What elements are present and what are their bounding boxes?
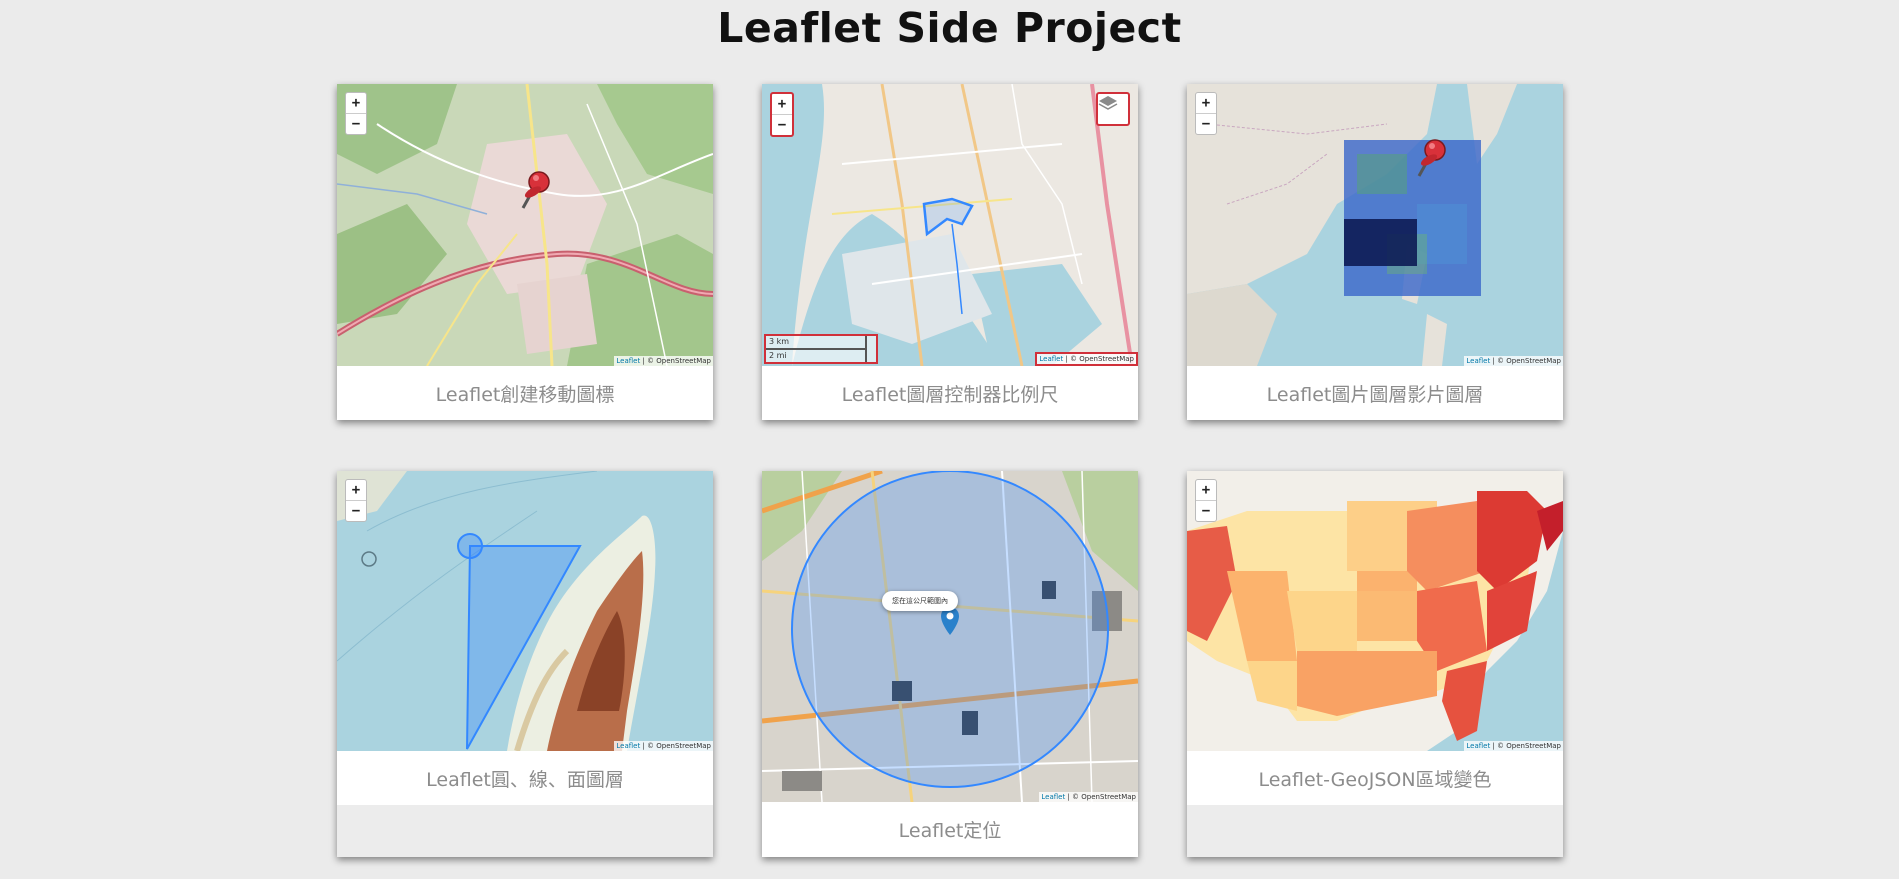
card-caption: Leaflet創建移動圖標 xyxy=(337,366,713,420)
zoom-out-button[interactable]: − xyxy=(1196,113,1216,134)
scale-metric: 3 km xyxy=(766,336,867,350)
zoom-in-button[interactable]: + xyxy=(772,94,792,114)
project-card-geolocation[interactable]: 您在這公尺範圍內 Leaflet | © OpenStreetMap Leafl… xyxy=(762,471,1138,857)
scale-imperial: 2 mi xyxy=(766,350,867,362)
project-card-vector-layers[interactable]: + − Leaflet | © OpenStreetMap Leaflet圓、線… xyxy=(337,471,713,857)
map-tiles xyxy=(1187,471,1563,751)
map-preview[interactable]: + − 3 km 2 mi Leaflet | © OpenStreetMap xyxy=(762,84,1138,366)
card-caption: Leaflet定位 xyxy=(762,802,1138,856)
zoom-control: + − xyxy=(1195,479,1217,522)
leaflet-attribution-link[interactable]: Leaflet xyxy=(616,742,640,750)
map-preview[interactable]: + − Leaflet | © OpenStreetMap xyxy=(1187,471,1563,751)
layers-control-button[interactable] xyxy=(1096,92,1130,126)
map-preview[interactable]: + − Leaflet | © OpenStreetMap xyxy=(1187,84,1563,366)
card-filler xyxy=(1187,805,1563,857)
zoom-control: + − xyxy=(1195,92,1217,135)
scale-control: 3 km 2 mi xyxy=(764,334,878,364)
map-preview[interactable]: + − Leaflet | © OpenStreetMap xyxy=(337,471,713,751)
leaflet-attribution-link[interactable]: Leaflet xyxy=(1466,357,1490,365)
osm-attribution: | © OpenStreetMap xyxy=(1490,357,1561,365)
project-card-moving-marker[interactable]: + − Leaflet | © OpenStreetMap Leaflet創建移… xyxy=(337,84,713,420)
leaflet-attribution-link[interactable]: Leaflet xyxy=(616,357,640,365)
leaflet-attribution-link[interactable]: Leaflet xyxy=(1466,742,1490,750)
leaflet-attribution-link[interactable]: Leaflet xyxy=(1039,355,1063,363)
map-attribution: Leaflet | © OpenStreetMap xyxy=(1464,741,1563,751)
project-card-geojson[interactable]: + − Leaflet | © OpenStreetMap Leaflet-Ge… xyxy=(1187,471,1563,857)
osm-attribution: | © OpenStreetMap xyxy=(1490,742,1561,750)
osm-attribution: | © OpenStreetMap xyxy=(640,357,711,365)
zoom-control: + − xyxy=(345,92,367,135)
project-card-image-overlay[interactable]: + − Leaflet | © OpenStreetMap Leaflet圖片圖… xyxy=(1187,84,1563,420)
card-filler xyxy=(337,805,713,857)
zoom-in-button[interactable]: + xyxy=(346,480,366,500)
osm-attribution: | © OpenStreetMap xyxy=(640,742,711,750)
map-preview[interactable]: + − Leaflet | © OpenStreetMap xyxy=(337,84,713,366)
map-tiles xyxy=(762,84,1138,366)
map-preview[interactable]: 您在這公尺範圍內 Leaflet | © OpenStreetMap xyxy=(762,471,1138,802)
map-attribution: Leaflet | © OpenStreetMap xyxy=(1039,792,1138,802)
map-tiles xyxy=(1187,84,1563,366)
card-caption: Leaflet-GeoJSON區域變色 xyxy=(1187,751,1563,805)
zoom-in-button[interactable]: + xyxy=(1196,93,1216,113)
map-attribution: Leaflet | © OpenStreetMap xyxy=(1035,352,1138,366)
map-attribution: Leaflet | © OpenStreetMap xyxy=(614,356,713,366)
page-title: Leaflet Side Project xyxy=(717,4,1182,52)
zoom-out-button[interactable]: − xyxy=(772,114,792,135)
layers-icon xyxy=(1098,96,1118,110)
map-tiles xyxy=(337,84,713,366)
pushpin-marker-icon[interactable] xyxy=(515,166,555,216)
osm-attribution: | © OpenStreetMap xyxy=(1063,355,1134,363)
zoom-out-button[interactable]: − xyxy=(346,113,366,134)
zoom-in-button[interactable]: + xyxy=(346,93,366,113)
card-caption: Leaflet圖層控制器比例尺 xyxy=(762,366,1138,420)
zoom-in-button[interactable]: + xyxy=(1196,480,1216,500)
osm-attribution: | © OpenStreetMap xyxy=(1065,793,1136,801)
location-popup: 您在這公尺範圍內 xyxy=(882,591,958,611)
project-card-layer-control[interactable]: + − 3 km 2 mi Leaflet | © OpenStreetMap … xyxy=(762,84,1138,420)
zoom-control: + − xyxy=(770,92,794,137)
card-caption: Leaflet圖片圖層影片圖層 xyxy=(1187,366,1563,420)
map-tiles xyxy=(337,471,713,751)
pushpin-marker-icon[interactable] xyxy=(1411,134,1451,184)
map-attribution: Leaflet | © OpenStreetMap xyxy=(614,741,713,751)
card-caption: Leaflet圓、線、面圖層 xyxy=(337,751,713,805)
zoom-control: + − xyxy=(345,479,367,522)
zoom-out-button[interactable]: − xyxy=(346,500,366,521)
zoom-out-button[interactable]: − xyxy=(1196,500,1216,521)
map-attribution: Leaflet | © OpenStreetMap xyxy=(1464,356,1563,366)
leaflet-attribution-link[interactable]: Leaflet xyxy=(1041,793,1065,801)
map-tiles xyxy=(762,471,1138,802)
